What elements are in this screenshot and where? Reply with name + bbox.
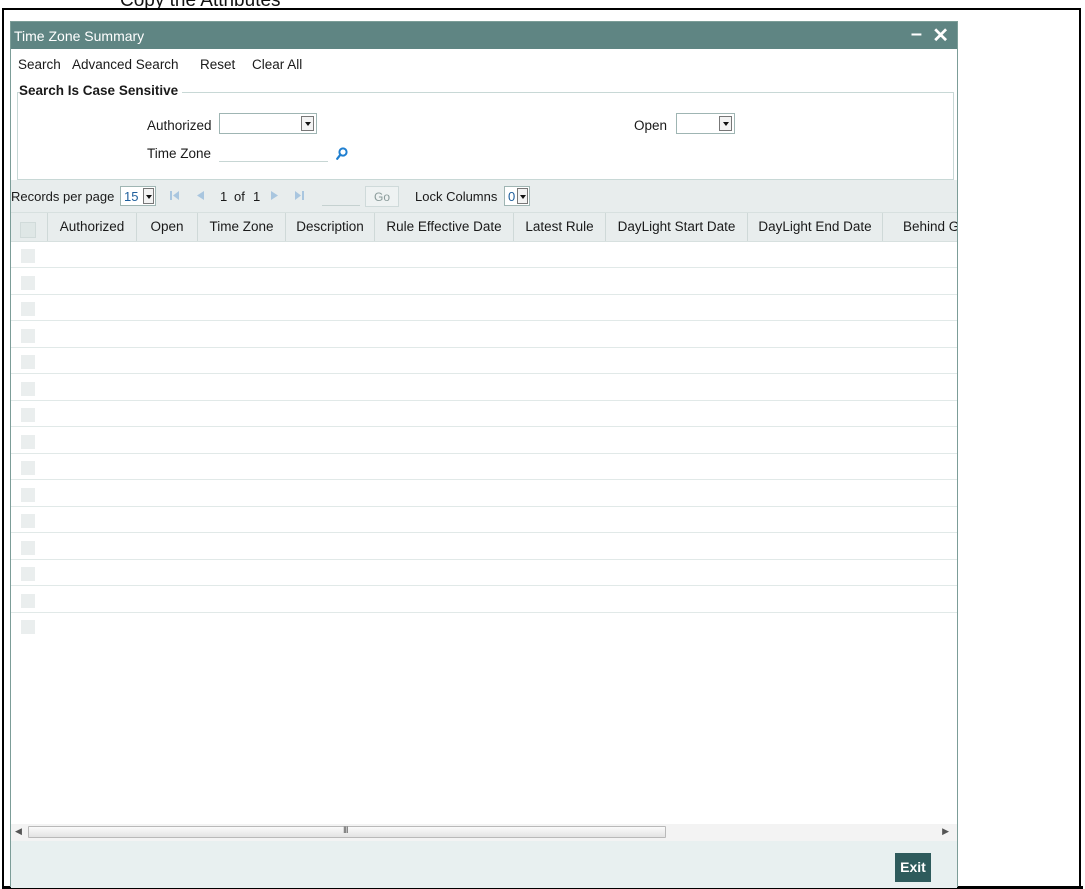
row-checkbox[interactable]: [21, 593, 35, 608]
current-page-number: 1: [220, 189, 228, 204]
column-header-open[interactable]: Open: [137, 213, 198, 241]
table-row[interactable]: [11, 534, 957, 560]
go-button[interactable]: Go: [365, 186, 399, 207]
minimize-button[interactable]: –: [911, 23, 922, 46]
row-checkbox[interactable]: [21, 275, 35, 290]
reset-menu-item[interactable]: Reset: [200, 57, 235, 72]
column-header-description[interactable]: Description: [286, 213, 375, 241]
authorized-select[interactable]: [219, 113, 317, 134]
search-menu-item[interactable]: Search: [18, 57, 61, 72]
exit-button[interactable]: Exit: [895, 853, 931, 882]
chevron-down-icon: [517, 188, 528, 204]
horizontal-scrollbar[interactable]: ◀ III ▶: [11, 824, 957, 841]
first-page-icon[interactable]: [169, 190, 180, 201]
table-row[interactable]: [11, 375, 957, 401]
title-bar: Time Zone Summary – ✕: [11, 22, 957, 49]
row-checkbox[interactable]: [21, 620, 35, 634]
column-header-behind-gmt[interactable]: Behind G: [883, 213, 957, 241]
chevron-down-icon: [143, 188, 154, 204]
row-checkbox[interactable]: [21, 567, 35, 581]
row-checkbox[interactable]: [21, 487, 35, 502]
lock-columns-value: 0: [508, 189, 516, 204]
table-row[interactable]: [11, 613, 957, 639]
authorized-label: Authorized: [147, 118, 212, 133]
row-checkbox[interactable]: [21, 355, 35, 369]
table-row[interactable]: [11, 560, 957, 586]
time-zone-summary-window: Time Zone Summary – ✕ Search Advanced Se…: [10, 21, 958, 888]
search-criteria-legend: Search Is Case Sensitive: [19, 83, 183, 98]
page-of-label: of: [234, 189, 245, 204]
table-row[interactable]: [11, 295, 957, 321]
records-per-page-value: 15: [124, 189, 139, 204]
scroll-right-arrow-icon[interactable]: ▶: [942, 826, 949, 837]
time-zone-label: Time Zone: [147, 146, 212, 161]
column-header-rule-effective-date[interactable]: Rule Effective Date: [375, 213, 514, 241]
scrollbar-grip: III: [343, 825, 348, 835]
records-per-page-select[interactable]: 15: [120, 186, 156, 206]
table-row[interactable]: [11, 242, 957, 268]
select-all-checkbox[interactable]: [20, 222, 36, 238]
table-row[interactable]: [11, 454, 957, 480]
table-row[interactable]: [11, 269, 957, 295]
row-checkbox[interactable]: [21, 249, 35, 263]
clear-all-menu-item[interactable]: Clear All: [252, 57, 302, 72]
row-checkbox[interactable]: [21, 434, 35, 449]
chevron-down-icon: [719, 116, 732, 131]
close-button[interactable]: ✕: [932, 23, 949, 48]
table-row[interactable]: [11, 401, 957, 427]
row-checkbox[interactable]: [21, 514, 35, 528]
footer-bar: Exit: [11, 841, 957, 888]
table-row[interactable]: [11, 322, 957, 348]
grid-header: Authorized Open Time Zone Description Ru…: [11, 212, 957, 242]
next-page-icon[interactable]: [269, 190, 280, 201]
column-header-time-zone[interactable]: Time Zone: [198, 213, 286, 241]
window-title: Time Zone Summary: [14, 28, 145, 44]
column-header-daylight-end-date[interactable]: DayLight End Date: [748, 213, 883, 241]
select-all-column-header: [11, 213, 48, 241]
records-per-page-label: Records per page: [11, 189, 115, 204]
advanced-search-menu-item[interactable]: Advanced Search: [72, 57, 179, 72]
search-criteria-panel: [17, 92, 954, 180]
column-header-authorized[interactable]: Authorized: [48, 213, 137, 241]
grid-body: [11, 242, 957, 634]
table-row[interactable]: [11, 481, 957, 507]
row-checkbox[interactable]: [21, 381, 35, 396]
pagination-toolbar: Records per page 15 1 of 1 Go Lock Colum…: [11, 180, 957, 212]
go-to-page-input[interactable]: [322, 188, 360, 206]
column-header-daylight-start-date[interactable]: DayLight Start Date: [606, 213, 748, 241]
last-page-icon[interactable]: [294, 190, 305, 201]
table-row[interactable]: [11, 507, 957, 533]
row-checkbox[interactable]: [21, 408, 35, 422]
column-header-latest-rule[interactable]: Latest Rule: [514, 213, 606, 241]
row-checkbox[interactable]: [21, 540, 35, 555]
row-checkbox[interactable]: [21, 328, 35, 343]
row-checkbox[interactable]: [21, 461, 35, 475]
menu-bar: Search Advanced Search Reset Clear All: [11, 49, 957, 75]
scroll-left-arrow-icon[interactable]: ◀: [15, 826, 22, 837]
lock-columns-label: Lock Columns: [415, 189, 498, 204]
total-pages-number: 1: [253, 189, 261, 204]
time-zone-input[interactable]: [219, 141, 328, 162]
open-select[interactable]: [676, 113, 735, 134]
scrollbar-thumb[interactable]: III: [28, 825, 666, 838]
open-label: Open: [634, 118, 668, 133]
chevron-down-icon: [301, 116, 314, 131]
table-row[interactable]: [11, 348, 957, 374]
row-checkbox[interactable]: [21, 302, 35, 316]
table-row[interactable]: [11, 587, 957, 613]
lock-columns-select[interactable]: 0: [504, 186, 530, 206]
search-icon[interactable]: [336, 147, 348, 160]
previous-page-icon[interactable]: [195, 190, 206, 201]
table-row[interactable]: [11, 428, 957, 454]
